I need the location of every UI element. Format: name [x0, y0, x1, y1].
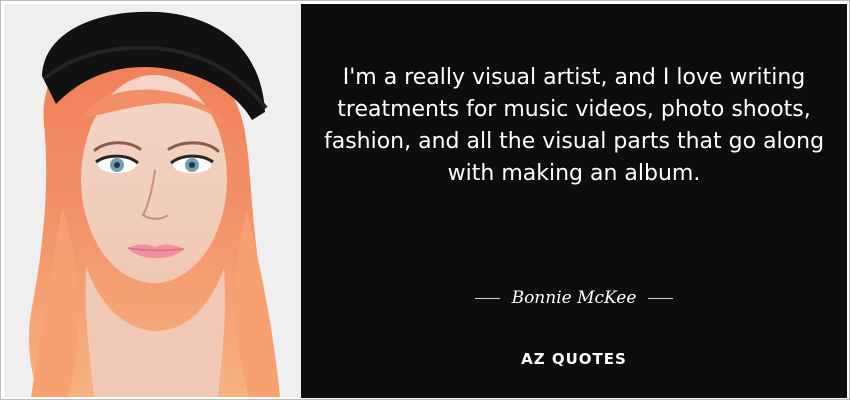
author-left-divider: [474, 297, 500, 299]
author-attribution: Bonnie McKee: [301, 283, 847, 313]
portrait-photo: [4, 4, 301, 397]
quote-panel: I'm a really visual artist, and I love w…: [301, 4, 847, 398]
author-right-divider: [648, 297, 674, 299]
quote-card: I'm a really visual artist, and I love w…: [0, 0, 850, 400]
author-name: Bonnie McKee: [511, 288, 637, 308]
portrait-illustration: [4, 4, 301, 397]
quote-text: I'm a really visual artist, and I love w…: [323, 65, 825, 186]
brand-logo: AZ QUOTES: [521, 350, 627, 368]
